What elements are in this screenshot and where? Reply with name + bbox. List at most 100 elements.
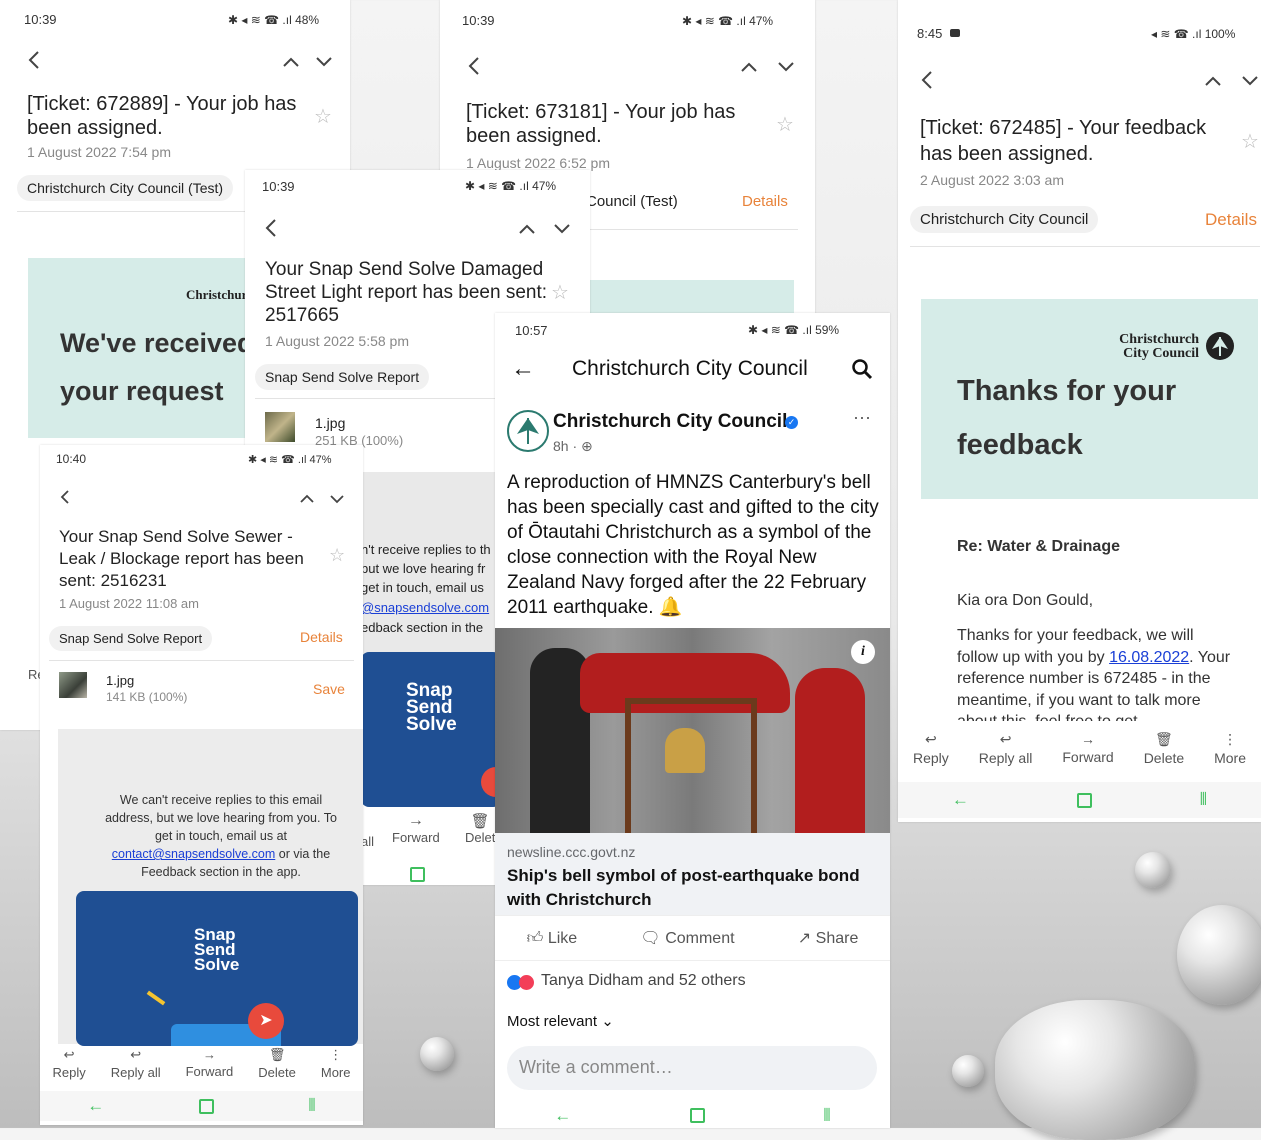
reply-all-label: Reply all (110, 1065, 161, 1080)
details-link[interactable]: Details (300, 629, 343, 645)
android-nav-bar: ← ⦀ (40, 1091, 363, 1121)
back-icon[interactable] (60, 489, 70, 510)
reply-all-button[interactable]: ↩ Reply all (979, 731, 1033, 766)
photo-mayor (795, 668, 865, 833)
email-link[interactable]: contact@snapsendsolve.com (112, 847, 275, 861)
chevron-down-icon[interactable] (1241, 74, 1259, 92)
chevron-down-icon[interactable] (553, 222, 571, 240)
reply-button[interactable]: ↩ Reply (913, 731, 949, 766)
info-icon[interactable]: i (851, 640, 875, 664)
forward-icon: → (202, 1047, 216, 1062)
chevron-down-icon[interactable] (777, 60, 795, 78)
more-icon: ⋮ (1223, 731, 1238, 747)
star-icon[interactable]: ☆ (776, 112, 794, 137)
status-time: 10:39 (262, 179, 295, 194)
sender-chip[interactable]: Snap Send Solve Report (255, 364, 430, 390)
page-name[interactable]: Christchurch City Council (553, 411, 787, 433)
forward-button[interactable]: → Forward (1062, 731, 1113, 766)
more-button[interactable]: ⋮ More (1214, 731, 1246, 766)
trash-icon: 🗑 (470, 813, 490, 830)
more-label: More (1214, 750, 1247, 766)
delete-button[interactable]: 🗑 Delete (1144, 731, 1184, 766)
star-icon[interactable]: ☆ (551, 280, 569, 305)
star-icon[interactable]: ☆ (314, 104, 332, 129)
nav-recents-icon[interactable]: ⦀ (1200, 790, 1207, 810)
chevron-up-icon[interactable] (740, 60, 758, 78)
comment-sort[interactable]: Most relevant ⌄ (507, 1012, 614, 1030)
sender-chip[interactable]: Christchurch City Council (Test) (17, 175, 234, 201)
nav-back-icon[interactable]: ← (554, 1106, 571, 1126)
water-drop (1177, 905, 1261, 1005)
android-nav-bar: ← ⦀ (898, 782, 1261, 818)
action-delete[interactable]: 🗑 Delet (465, 812, 495, 845)
nav-back-icon[interactable]: ← (87, 1096, 104, 1116)
reply-button[interactable]: ↩ Reply (53, 1047, 86, 1080)
details-link[interactable]: Details (1205, 210, 1257, 230)
back-arrow-icon[interactable]: ← (511, 355, 535, 383)
email-link[interactable]: @snapsendsolve.com (361, 600, 489, 615)
chevron-up-icon[interactable] (518, 222, 536, 240)
chevron-up-icon[interactable] (299, 491, 315, 509)
follow-up-date-link[interactable]: 16.08.2022 (1109, 649, 1189, 666)
post-actions: 👍︎ Like 🗨︎ Comment ↗ Share (495, 915, 890, 961)
nav-home-icon[interactable] (198, 1098, 214, 1114)
star-icon[interactable]: ☆ (1241, 129, 1259, 154)
email-subject: [Ticket: 672485] - Your feedback has bee… (920, 117, 1207, 165)
more-icon: ⋮ (329, 1047, 343, 1062)
chevron-down-icon[interactable] (315, 55, 333, 73)
forward-button[interactable]: → Forward (186, 1047, 234, 1080)
nav-recents-icon[interactable]: ⦀ (308, 1096, 315, 1116)
chevron-up-icon[interactable] (1204, 74, 1222, 92)
sender-chip[interactable]: Snap Send Solve Report (49, 626, 213, 651)
status-time: 10:57 (515, 323, 548, 338)
decorative-sparkle (146, 990, 166, 1006)
action-forward[interactable]: → Forward (392, 812, 440, 845)
nav-recents-icon[interactable]: ⦀ (823, 1106, 830, 1126)
link-preview[interactable]: newsline.ccc.govt.nz Ship's bell symbol … (495, 833, 890, 915)
search-icon[interactable] (851, 358, 873, 385)
back-icon[interactable] (28, 50, 40, 75)
post-photo[interactable]: i (495, 628, 890, 833)
share-button[interactable]: ↗ Share (798, 928, 859, 948)
nav-home-icon[interactable] (1076, 792, 1092, 808)
trash-icon: 🗑 (1155, 731, 1173, 747)
attachment-thumbnail[interactable] (265, 412, 295, 442)
divider (17, 211, 247, 212)
link-title: Ship's bell symbol of post-earthquake bo… (507, 866, 860, 909)
water-drop (995, 1000, 1195, 1140)
nav-back-icon[interactable]: ← (952, 790, 969, 810)
love-reaction-icon (519, 975, 534, 990)
snapsendsolve-logo: Snap Send Solve (194, 925, 240, 974)
chevron-up-icon[interactable] (282, 55, 300, 73)
email-date: 1 August 2022 5:58 pm (265, 333, 409, 349)
like-button[interactable]: 👍︎ Like (527, 929, 578, 948)
reactions-summary[interactable]: Tanya Didham and 52 others (541, 972, 746, 990)
attachment-thumbnail[interactable] (59, 672, 87, 698)
sender-chip[interactable]: Council (Test) (586, 193, 678, 210)
save-attachment-button[interactable]: Save (313, 681, 345, 697)
divider (49, 660, 354, 661)
forward-icon: → (1081, 731, 1096, 747)
comment-button[interactable]: 🗨︎ Comment (640, 928, 734, 948)
back-icon[interactable] (921, 70, 933, 95)
water-drop (952, 1055, 984, 1087)
more-options-icon[interactable]: ··· (853, 407, 871, 428)
back-icon[interactable] (468, 56, 480, 81)
message-notification-icon (950, 29, 960, 37)
nav-home-icon[interactable] (410, 867, 425, 882)
star-icon[interactable]: ☆ (329, 545, 345, 566)
details-link[interactable]: Details (742, 193, 788, 210)
delete-button[interactable]: 🗑 Delete (258, 1047, 296, 1080)
chevron-down-icon[interactable] (329, 491, 345, 509)
sender-chip[interactable]: Christchurch City Council (910, 206, 1099, 233)
forward-label: Forward (1062, 749, 1114, 765)
trash-icon: 🗑 (268, 1047, 286, 1062)
more-button[interactable]: ⋮ More (321, 1047, 351, 1080)
reaction-icons (507, 975, 534, 995)
nav-home-icon[interactable] (689, 1108, 705, 1123)
comment-input[interactable]: Write a comment… (507, 1046, 877, 1090)
page-avatar[interactable] (507, 410, 549, 452)
email-date: 1 August 2022 11:08 am (59, 596, 199, 611)
reply-all-button[interactable]: ↩ Reply all (111, 1047, 161, 1080)
back-icon[interactable] (265, 218, 277, 243)
